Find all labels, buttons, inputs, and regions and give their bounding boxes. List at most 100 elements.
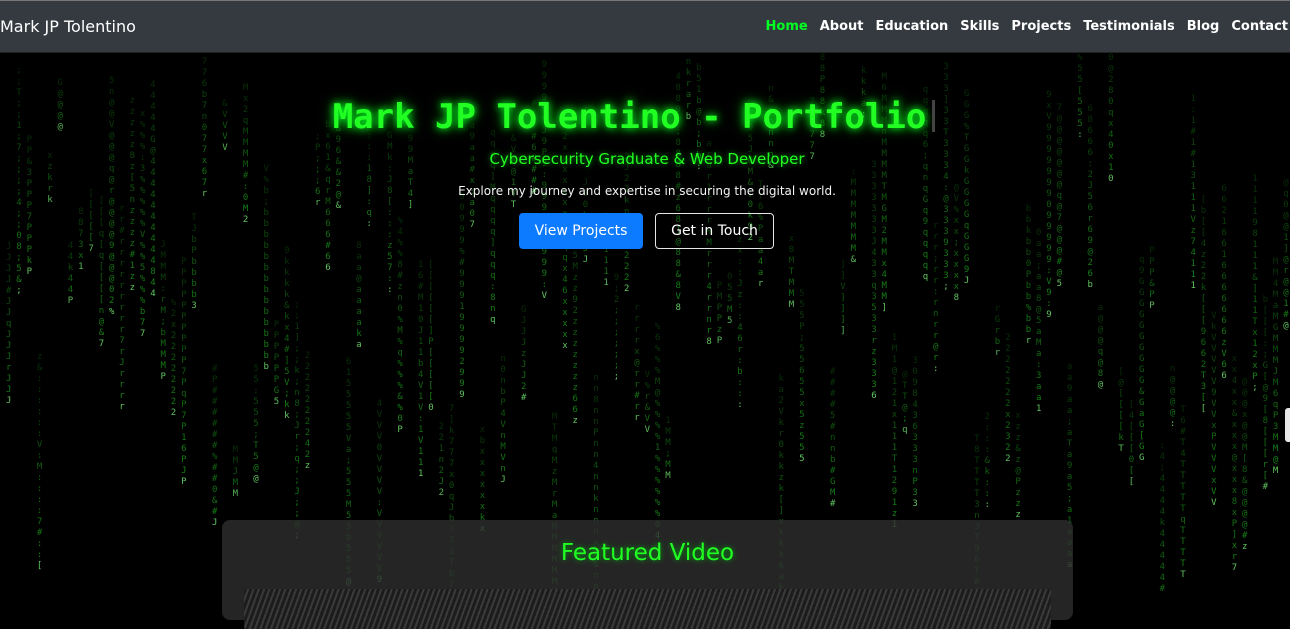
svg-text:M: M — [851, 211, 857, 221]
svg-text:[: [ — [88, 211, 93, 221]
svg-text:x: x — [882, 259, 888, 269]
svg-text:M: M — [1273, 334, 1279, 344]
nav-link-skills[interactable]: Skills — [960, 19, 999, 34]
svg-text:x: x — [562, 308, 568, 318]
svg-text::: : — [985, 500, 990, 510]
svg-text:n: n — [593, 483, 598, 493]
svg-text:a: a — [1036, 382, 1041, 392]
svg-text:0: 0 — [1108, 174, 1113, 184]
svg-text:G: G — [274, 386, 279, 396]
svg-text:b: b — [696, 140, 701, 150]
nav-link-testimonials[interactable]: Testimonials — [1083, 19, 1175, 34]
svg-text:5: 5 — [830, 411, 835, 421]
svg-text:;: ; — [1160, 463, 1165, 473]
nav-link-home[interactable]: Home — [766, 19, 808, 34]
side-scroll-tab[interactable] — [1285, 408, 1290, 442]
svg-text:z: z — [130, 283, 135, 293]
svg-text:2: 2 — [305, 384, 310, 394]
svg-text:2: 2 — [985, 412, 990, 422]
svg-text:k: k — [284, 411, 290, 421]
svg-text:&: & — [284, 301, 290, 311]
svg-text:9: 9 — [459, 269, 464, 279]
svg-text:9: 9 — [542, 137, 547, 147]
svg-text::: : — [985, 434, 990, 444]
svg-text:3: 3 — [943, 271, 948, 281]
svg-text:0: 0 — [748, 200, 753, 210]
svg-text:x: x — [1232, 442, 1238, 452]
svg-text:7: 7 — [140, 318, 145, 328]
svg-text:7: 7 — [37, 517, 42, 527]
svg-text:4: 4 — [737, 323, 742, 333]
svg-text:0: 0 — [500, 365, 505, 375]
svg-text:4: 4 — [1160, 540, 1165, 550]
svg-text:z: z — [1191, 226, 1196, 236]
svg-text:%: % — [459, 247, 465, 257]
svg-text:6: 6 — [1180, 416, 1185, 426]
svg-text:J: J — [1273, 367, 1278, 377]
nav-link-blog[interactable]: Blog — [1187, 19, 1220, 34]
svg-text:q: q — [923, 239, 928, 249]
svg-text:]: ] — [294, 333, 299, 343]
svg-text:b: b — [1263, 295, 1268, 305]
svg-text:V: V — [1211, 366, 1217, 376]
svg-text:8: 8 — [1036, 294, 1041, 304]
svg-text:V: V — [542, 291, 548, 301]
nav-link-contact[interactable]: Contact — [1231, 19, 1288, 34]
svg-text:[: [ — [428, 271, 433, 281]
svg-text:G: G — [882, 204, 887, 214]
get-in-touch-button[interactable]: Get in Touch — [655, 213, 774, 249]
svg-text:a: a — [1036, 239, 1041, 249]
svg-text:J: J — [6, 242, 11, 252]
svg-text:M: M — [418, 293, 424, 303]
svg-text:4: 4 — [16, 198, 21, 208]
svg-text:[: [ — [99, 207, 104, 217]
svg-text:[: [ — [1118, 422, 1123, 432]
svg-text:P: P — [181, 356, 187, 366]
svg-text:0: 0 — [912, 367, 917, 377]
svg-text:5: 5 — [1036, 316, 1041, 326]
svg-text:#: # — [521, 393, 527, 403]
svg-text:@: @ — [1088, 247, 1094, 257]
svg-text:r: r — [119, 215, 125, 225]
svg-text:#: # — [1283, 310, 1289, 320]
svg-text:J: J — [191, 224, 196, 234]
svg-text:@: @ — [933, 342, 939, 352]
svg-text:1: 1 — [418, 469, 423, 479]
nav-link-about[interactable]: About — [820, 19, 864, 34]
svg-text:V: V — [1211, 377, 1217, 387]
svg-text:x: x — [1232, 365, 1238, 375]
svg-text:7: 7 — [1232, 563, 1237, 573]
svg-text:3: 3 — [1005, 432, 1010, 442]
svg-text:G: G — [1273, 323, 1278, 333]
svg-text:x: x — [1232, 464, 1238, 474]
svg-text:x: x — [480, 447, 486, 457]
svg-text:2: 2 — [305, 450, 310, 460]
video-player[interactable] — [244, 589, 1051, 629]
svg-text:9: 9 — [459, 379, 464, 389]
svg-text:r: r — [706, 172, 712, 182]
svg-text:a: a — [346, 445, 351, 455]
svg-text:6: 6 — [181, 444, 186, 454]
svg-text:P: P — [181, 257, 187, 267]
svg-text:4: 4 — [871, 248, 876, 258]
svg-text:;: ; — [665, 449, 670, 459]
svg-text:[: [ — [99, 295, 104, 305]
svg-text:b: b — [264, 219, 269, 229]
nav-link-education[interactable]: Education — [876, 19, 949, 34]
svg-text:9: 9 — [1046, 222, 1051, 232]
svg-text:@: @ — [109, 263, 115, 273]
svg-text:b: b — [264, 362, 269, 372]
brand-link[interactable]: Mark JP Tolentino — [0, 17, 136, 36]
svg-text:3: 3 — [943, 205, 948, 215]
svg-text:b: b — [140, 307, 145, 317]
svg-text::: : — [1170, 419, 1175, 429]
svg-text:@: @ — [1283, 321, 1289, 331]
svg-text:5: 5 — [799, 388, 804, 398]
nav-link-projects[interactable]: Projects — [1011, 19, 1071, 34]
svg-text:x: x — [562, 319, 568, 329]
svg-text:#: # — [830, 422, 836, 432]
svg-text:0: 0 — [779, 440, 784, 450]
svg-text:4: 4 — [1160, 474, 1165, 484]
view-projects-button[interactable]: View Projects — [519, 213, 643, 249]
svg-text::: : — [387, 219, 392, 229]
